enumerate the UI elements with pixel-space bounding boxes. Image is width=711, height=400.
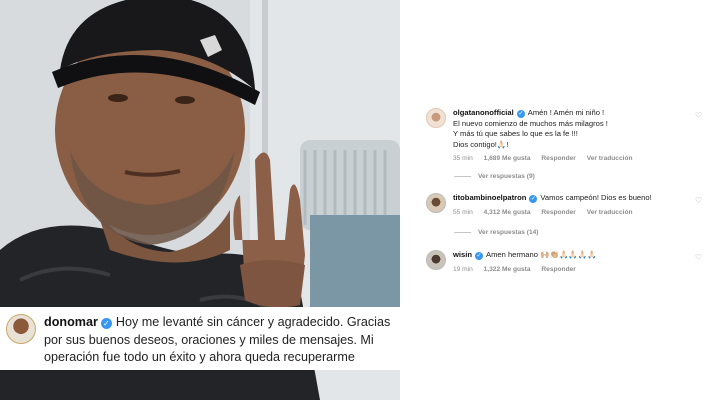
view-replies-label: Ver respuestas (14) bbox=[478, 229, 539, 236]
comment-time: 35 min bbox=[453, 155, 473, 163]
heart-icon[interactable]: ♡ bbox=[695, 254, 703, 262]
comment-time: 19 min bbox=[453, 265, 473, 273]
comment-username[interactable]: wisin bbox=[453, 250, 472, 259]
comment-text-line: Y más tú que sabes lo que es la fe !!! bbox=[453, 129, 578, 139]
avatar[interactable] bbox=[426, 193, 446, 213]
divider bbox=[454, 176, 471, 177]
avatar[interactable] bbox=[426, 250, 446, 270]
comment-text-line: Amen hermano 🙌🏼👏🏼🙏🏻🙏🏻🙏🏻🙏🏻 bbox=[486, 250, 597, 259]
caption-card: donomar ✓ Hoy me levanté sin cáncer y agra… bbox=[0, 307, 400, 370]
comment-time: 55 min bbox=[453, 208, 473, 216]
comment-likes[interactable]: 1,322 Me gusta bbox=[484, 266, 531, 273]
view-replies-button[interactable]: Ver respuestas (14) bbox=[454, 229, 538, 236]
verified-badge-icon: ✓ bbox=[100, 318, 112, 329]
heart-icon[interactable]: ♡ bbox=[695, 197, 703, 205]
translate-button[interactable]: Ver traducción bbox=[587, 155, 633, 162]
reply-button[interactable]: Responder bbox=[541, 209, 575, 216]
comment-likes[interactable]: 4,312 Me gusta bbox=[484, 209, 531, 216]
divider bbox=[454, 232, 471, 233]
caption: donomar ✓ Hoy me levanté sin cáncer y agra… bbox=[44, 314, 392, 367]
verified-badge-icon: ✓ bbox=[516, 110, 525, 118]
caption-username[interactable]: donomar bbox=[44, 315, 98, 329]
comment-item: wisin ✓ Amen hermano 🙌🏼👏🏼🙏🏻🙏🏻🙏🏻🙏🏻 19 min 1… bbox=[426, 250, 706, 275]
comment-item: titobambinoelpatron ✓ Vamos campeón! Dios … bbox=[426, 193, 706, 218]
avatar[interactable] bbox=[426, 108, 446, 128]
comment-username[interactable]: olgatanonofficial bbox=[453, 108, 514, 117]
comment-text-line: Amén ! Amén mi niño ! bbox=[527, 108, 605, 117]
heart-icon[interactable]: ♡ bbox=[695, 112, 703, 120]
avatar[interactable] bbox=[6, 314, 36, 344]
view-replies-button[interactable]: Ver respuestas (9) bbox=[454, 173, 535, 180]
comment-text-line: Vamos campeón! Dios es bueno! bbox=[540, 193, 652, 202]
verified-badge-icon: ✓ bbox=[475, 252, 483, 260]
post-photo: donomar ✓ Hoy me levanté sin cáncer y agra… bbox=[0, 0, 400, 400]
comments-panel: olgatanonofficial ✓ Amén ! Amén mi niño ! … bbox=[400, 0, 711, 400]
comment-text-line: Dios contigo!🙏🏻! bbox=[453, 139, 509, 149]
comment-likes[interactable]: 1,689 Me gusta bbox=[484, 155, 531, 162]
comment-username[interactable]: titobambinoelpatron bbox=[453, 193, 526, 202]
verified-badge-icon: ✓ bbox=[529, 195, 538, 203]
reply-button[interactable]: Responder bbox=[541, 155, 575, 162]
reply-button[interactable]: Responder bbox=[541, 266, 575, 273]
translate-button[interactable]: Ver traducción bbox=[587, 209, 633, 216]
comment-item: olgatanonofficial ✓ Amén ! Amén mi niño ! … bbox=[426, 108, 706, 165]
view-replies-label: Ver respuestas (9) bbox=[478, 173, 535, 180]
comment-text-line: El nuevo comienzo de muchos más milagros… bbox=[453, 118, 608, 128]
